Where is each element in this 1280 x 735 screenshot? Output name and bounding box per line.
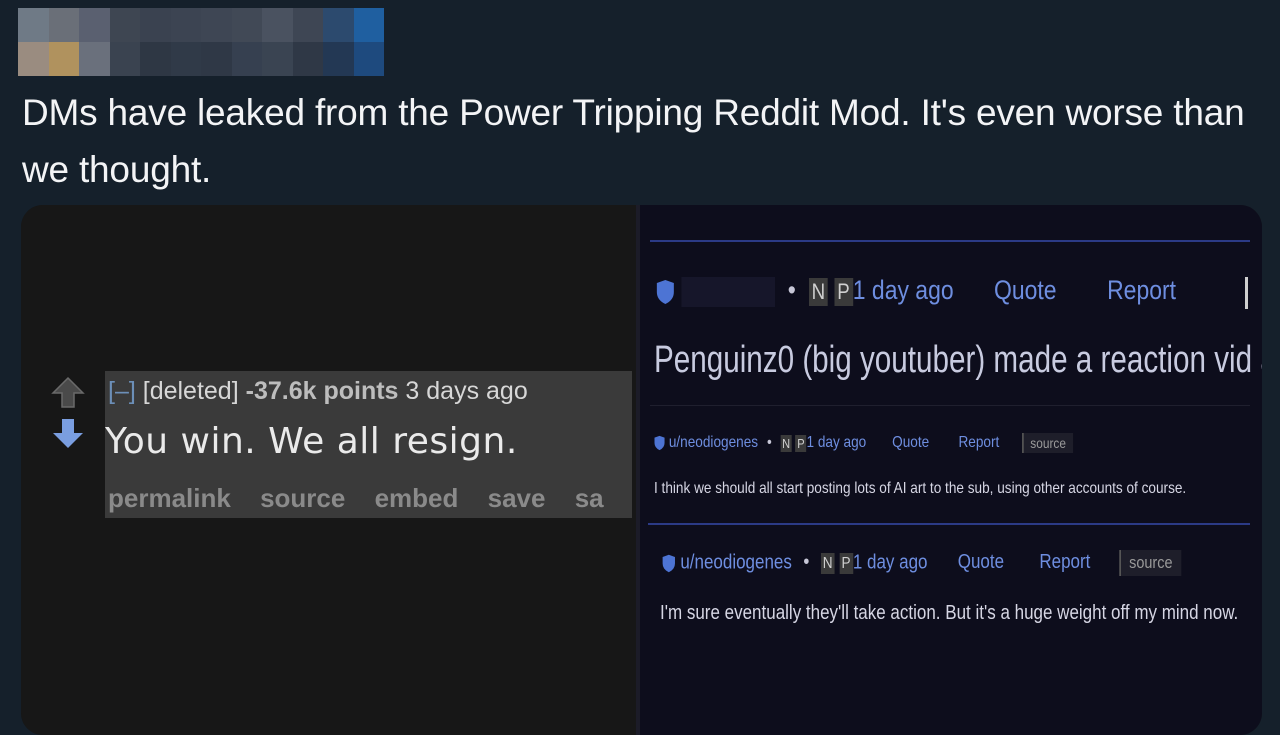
divider [648, 523, 1250, 525]
source-button[interactable]: source [1118, 550, 1182, 576]
post-text-2: I think we should all start posting lots… [654, 480, 1187, 497]
comment-body: You win. We all resign. [105, 421, 518, 462]
badge-p: P [795, 434, 807, 452]
quote-button[interactable]: Quote [994, 275, 1057, 305]
post-text-1: Penguinz0 (big youtuber) made a reaction… [654, 339, 1262, 381]
post-text-3: I'm sure eventually they'll take action.… [660, 602, 1239, 624]
report-button[interactable]: Report [1107, 275, 1176, 305]
attached-image[interactable]: [–] [deleted] -37.6k points 3 days ago Y… [21, 205, 1262, 735]
arrow-up-icon[interactable] [51, 375, 85, 409]
post-meta-2: u/neodiogenes • N P1 day ago Quote Repor… [654, 433, 1147, 453]
truncated-link[interactable]: sa [575, 483, 604, 513]
post-age: 1 day ago [806, 434, 867, 452]
username[interactable]: u/neodiogenes [680, 551, 792, 573]
comment-author[interactable]: [deleted] [143, 377, 239, 405]
quote-button[interactable]: Quote [892, 434, 929, 451]
username[interactable]: u/neodiogenes [669, 434, 758, 451]
report-button[interactable]: Report [958, 434, 999, 451]
source-button[interactable]: source [1021, 433, 1073, 453]
shield-icon [656, 279, 674, 304]
comment-actions: permalink source embed save sa [108, 483, 626, 514]
arrow-down-icon[interactable] [51, 417, 85, 451]
save-link[interactable]: save [488, 483, 546, 513]
permalink-link[interactable]: permalink [108, 483, 231, 513]
badge-p: P [839, 552, 853, 574]
badge-n: N [820, 552, 835, 574]
reddit-comment-panel: [–] [deleted] -37.6k points 3 days ago Y… [21, 205, 640, 735]
text-cursor [1245, 277, 1248, 309]
post-meta-1: • N P1 day ago Quote Report [656, 275, 1262, 307]
comment-age: 3 days ago [405, 377, 528, 405]
divider [650, 405, 1250, 406]
forum-panel: • N P1 day ago Quote Report Penguinz0 (b… [640, 205, 1262, 735]
post-meta-3: u/neodiogenes • N P1 day ago Quote Repor… [662, 550, 1262, 576]
quote-button[interactable]: Quote [958, 551, 1004, 573]
comment-points: -37.6k points [245, 377, 399, 405]
shield-icon [662, 554, 675, 572]
badge-p: P [834, 277, 853, 306]
post-age: 1 day ago [852, 275, 954, 305]
comment: [–] [deleted] -37.6k points 3 days ago Y… [105, 371, 632, 518]
embed-link[interactable]: embed [375, 483, 459, 513]
report-button[interactable]: Report [1039, 551, 1090, 573]
source-link[interactable]: source [260, 483, 345, 513]
collapse-toggle[interactable]: [–] [108, 377, 136, 405]
comment-meta: [–] [deleted] -37.6k points 3 days ago [108, 371, 528, 411]
badge-n: N [780, 434, 792, 452]
shield-icon [654, 435, 665, 451]
tweet-text: DMs have leaked from the Power Tripping … [22, 92, 1245, 190]
redacted-username [681, 276, 775, 307]
blurred-user-header [18, 8, 384, 76]
divider [650, 240, 1250, 242]
badge-n: N [809, 277, 828, 306]
post-age: 1 day ago [852, 551, 928, 574]
